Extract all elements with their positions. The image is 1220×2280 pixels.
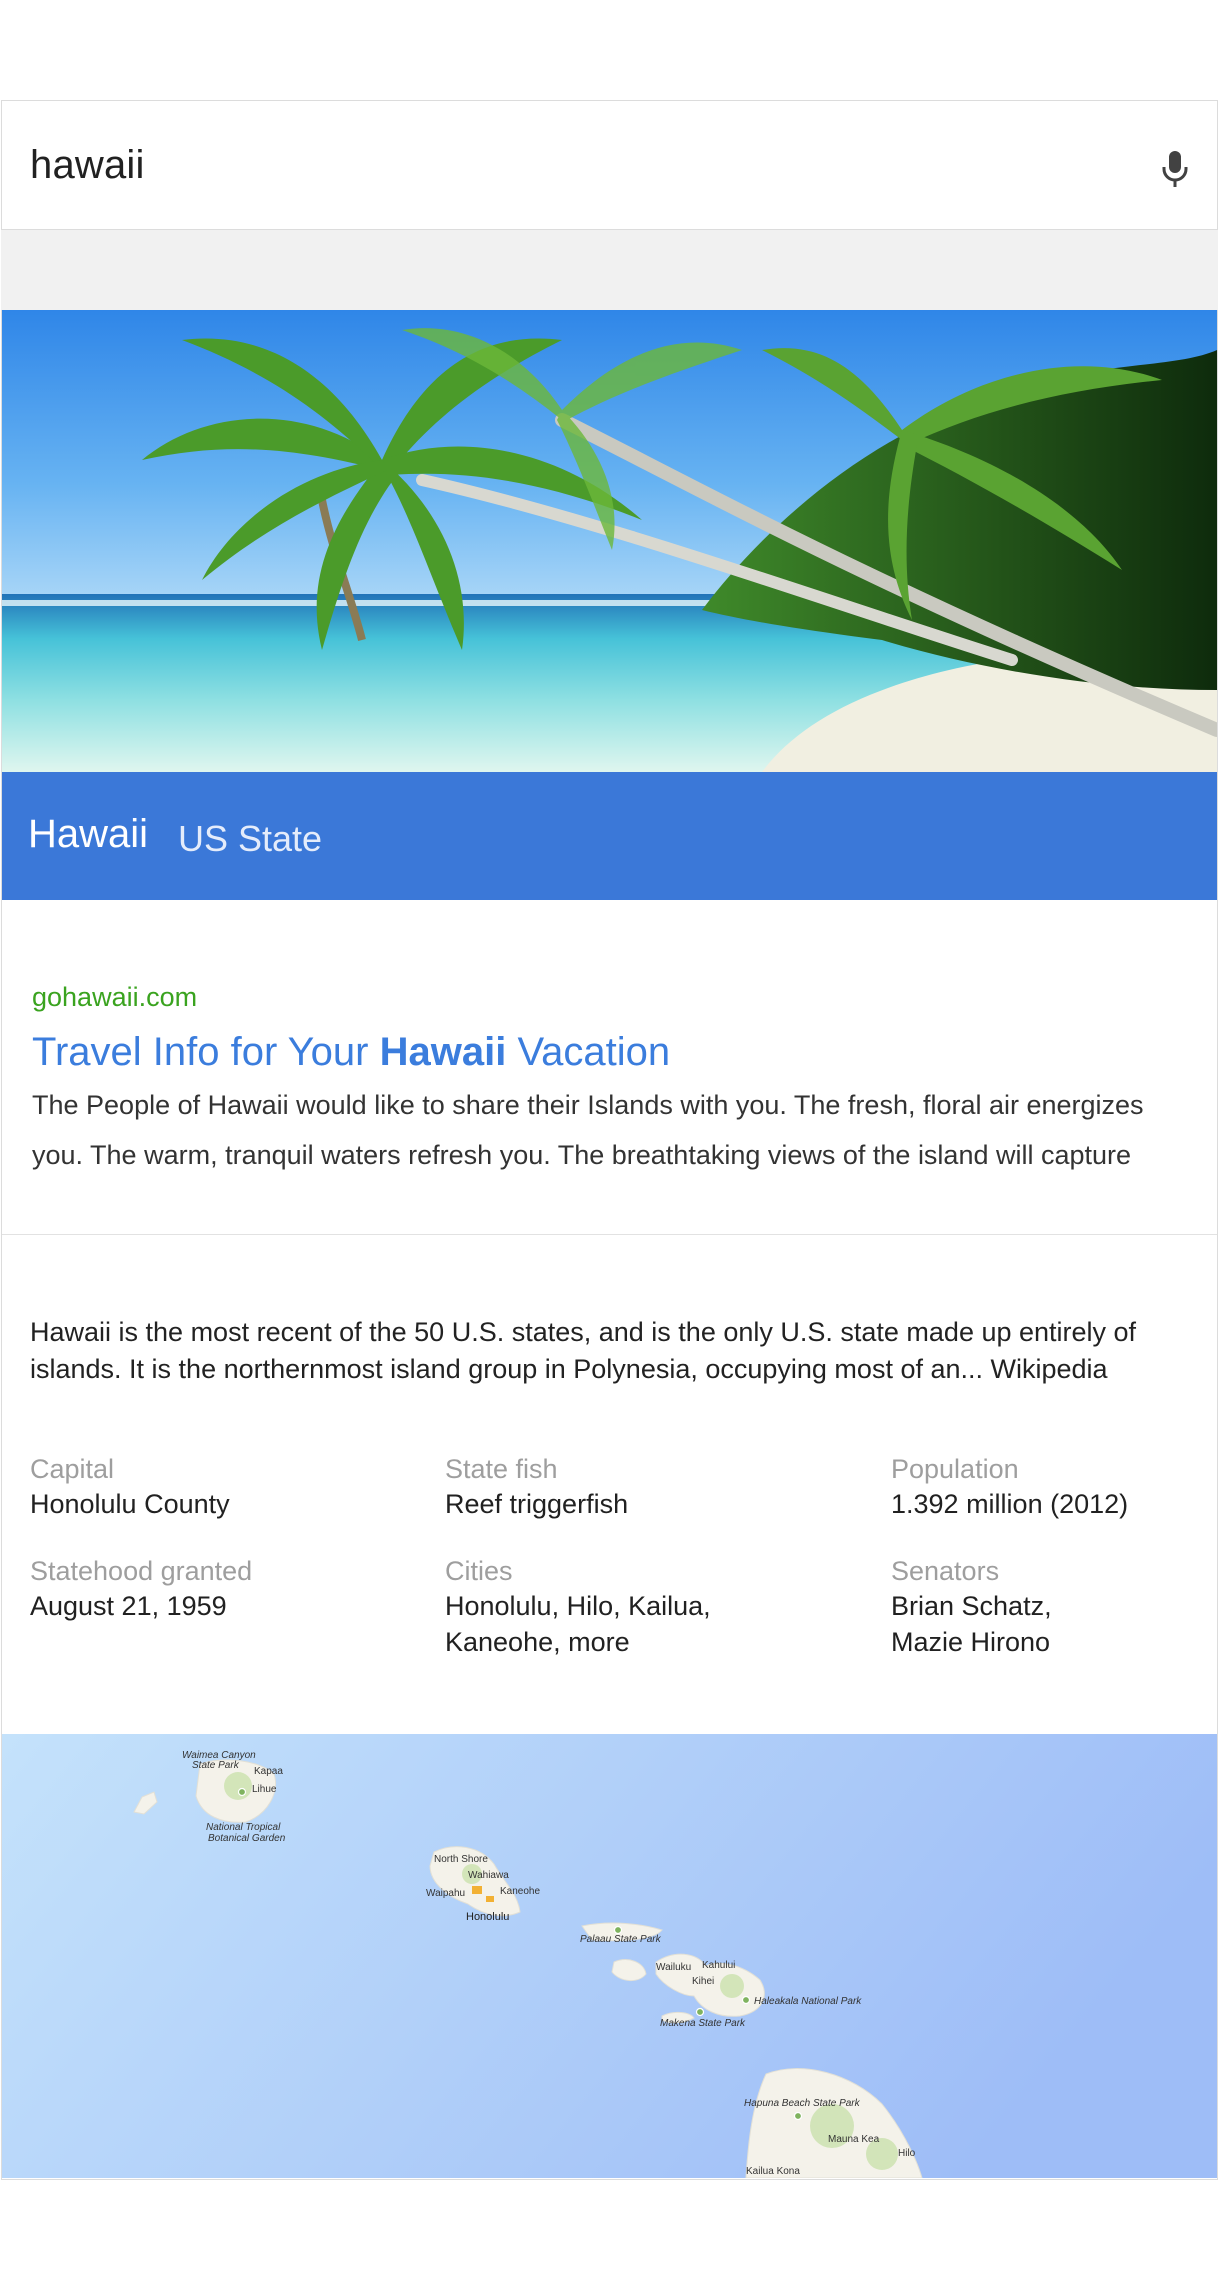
entity-title-bar: Hawaii US State — [2, 772, 1217, 900]
hero-image[interactable] — [2, 310, 1217, 772]
result-title-link[interactable]: Travel Info for Your Hawaii Vacation — [32, 1030, 670, 1075]
result-title-prefix: Travel Info for Your — [32, 1030, 380, 1074]
fact-state-fish[interactable]: State fish Reef triggerfish — [445, 1452, 628, 1522]
map-label: Palaau State Park — [580, 1934, 662, 1945]
map[interactable]: Waimea Canyon State Park Kapaa Lihue Nat… — [2, 1734, 1217, 2178]
search-query[interactable]: hawaii — [30, 143, 145, 188]
separator-gap — [1, 230, 1218, 310]
web-result[interactable]: gohawaii.com Travel Info for Your Hawaii… — [2, 900, 1217, 1235]
search-bar[interactable]: hawaii — [1, 100, 1218, 230]
map-label: Honolulu — [466, 1911, 509, 1923]
map-label: Hapuna Beach State Park — [744, 2098, 861, 2109]
fact-statehood[interactable]: Statehood granted August 21, 1959 — [30, 1554, 252, 1624]
map-label: Kapaa — [254, 1766, 283, 1777]
map-label: Mauna Kea — [828, 2134, 880, 2145]
fact-label: Statehood granted — [30, 1556, 253, 1586]
fact-value-line1[interactable]: Brian Schatz, — [891, 1588, 1052, 1624]
fact-population[interactable]: Population 1.392 million (2012) — [891, 1452, 1128, 1522]
map-label: Botanical Garden — [208, 1833, 286, 1844]
result-title-bold: Hawaii — [379, 1030, 507, 1074]
entity-card: Hawaii US State gohawaii.com Travel Info… — [1, 310, 1218, 2180]
result-url[interactable]: gohawaii.com — [32, 982, 197, 1013]
map-label: Kaneohe — [500, 1886, 540, 1897]
fact-value[interactable]: August 21, 1959 — [30, 1588, 252, 1624]
fact-senators[interactable]: Senators Brian Schatz, Mazie Hirono — [891, 1554, 1052, 1660]
fact-label: Senators — [891, 1556, 1000, 1586]
fact-label: Cities — [445, 1556, 513, 1586]
fact-label: Population — [891, 1454, 1019, 1484]
map-label: State Park — [192, 1760, 240, 1771]
map-label: Kihei — [692, 1976, 714, 1987]
fact-label: State fish — [445, 1454, 558, 1484]
map-label: Makena State Park — [660, 2018, 746, 2029]
fact-cities[interactable]: Cities Honolulu, Hilo, Kailua, Kaneohe, … — [445, 1554, 711, 1660]
fact-value-line1[interactable]: Honolulu, Hilo, Kailua, — [445, 1588, 711, 1624]
result-snippet: The People of Hawaii would like to share… — [32, 1090, 1144, 1170]
fact-value[interactable]: 1.392 million (2012) — [891, 1486, 1128, 1522]
entity-name: Hawaii — [28, 812, 149, 856]
entity-type: US State — [178, 818, 323, 859]
map-label: Wahiawa — [468, 1870, 509, 1881]
fact-value[interactable]: Honolulu County — [30, 1486, 230, 1522]
fact-value-line2[interactable]: Kaneohe, more — [445, 1624, 711, 1660]
fact-label: Capital — [30, 1454, 115, 1484]
map-label: Lihue — [252, 1784, 277, 1795]
map-label: National Tropical — [206, 1822, 281, 1833]
entity-description[interactable]: Hawaii is the most recent of the 50 U.S.… — [30, 1314, 1190, 1388]
map-label: North Shore — [434, 1854, 488, 1865]
map-label: Haleakala National Park — [754, 1996, 862, 2007]
result-title-suffix: Vacation — [506, 1030, 671, 1074]
map-label: Waipahu — [426, 1888, 465, 1899]
map-label: Wailuku — [656, 1962, 691, 1973]
map-label: Kahului — [702, 1960, 735, 1971]
fact-value[interactable]: Reef triggerfish — [445, 1486, 628, 1522]
microphone-icon[interactable] — [1159, 149, 1191, 189]
map-label: Hilo — [898, 2148, 916, 2159]
fact-capital[interactable]: Capital Honolulu County — [30, 1452, 230, 1522]
fact-value-line2[interactable]: Mazie Hirono — [891, 1624, 1052, 1660]
map-label: Kailua Kona — [746, 2166, 800, 2177]
